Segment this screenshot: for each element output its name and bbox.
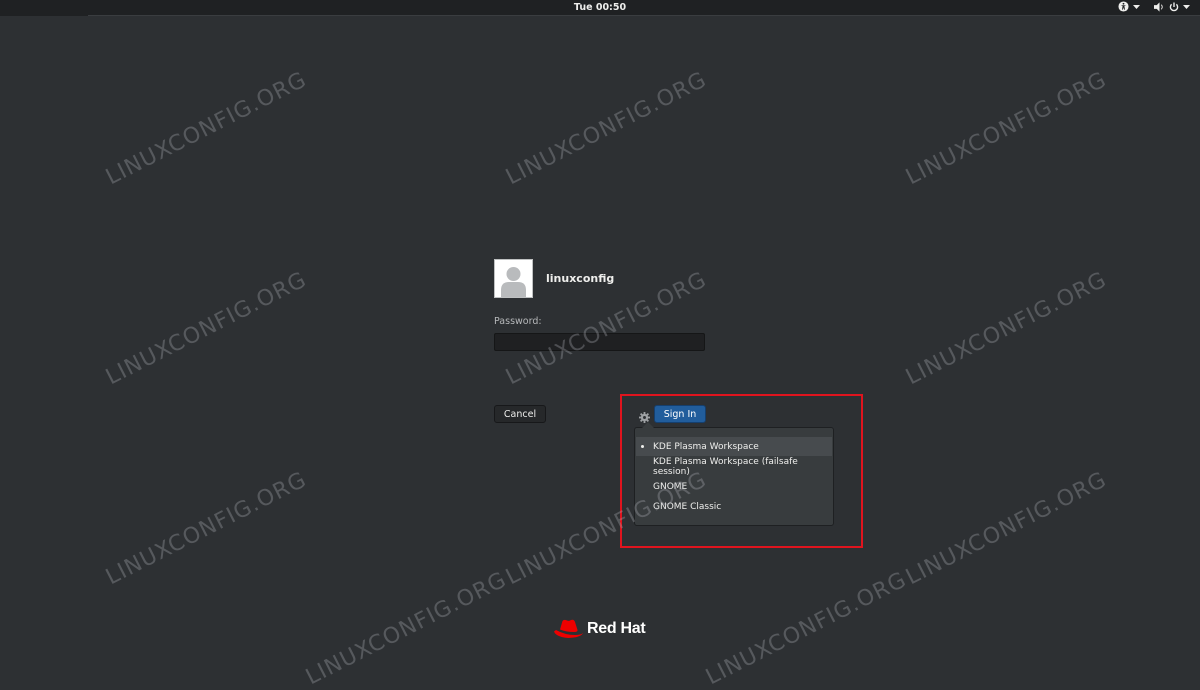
watermark: LINUXCONFIG.ORG (102, 467, 311, 591)
system-tray (1118, 1, 1190, 12)
red-hat-logo: Red Hat (553, 618, 646, 640)
volume-icon (1154, 1, 1163, 12)
watermark: LINUXCONFIG.ORG (502, 267, 711, 391)
password-field[interactable] (494, 333, 705, 351)
watermark: LINUXCONFIG.ORG (102, 267, 311, 391)
accessibility-menu[interactable] (1118, 1, 1140, 12)
accessibility-icon (1118, 1, 1129, 12)
top-bar: Tue 00:50 (0, 0, 1200, 16)
watermark: LINUXCONFIG.ORG (902, 267, 1111, 391)
user-avatar (494, 259, 533, 298)
power-icon (1169, 2, 1179, 11)
watermark: LINUXCONFIG.ORG (902, 67, 1111, 191)
watermark: LINUXCONFIG.ORG (302, 567, 511, 690)
red-hat-logo-text: Red Hat (587, 620, 646, 637)
red-hat-icon (554, 619, 583, 638)
top-bar-divider (88, 15, 1200, 16)
watermark: LINUXCONFIG.ORG (702, 567, 911, 690)
watermark: LINUXCONFIG.ORG (502, 67, 711, 191)
system-menu[interactable] (1154, 1, 1190, 12)
user-icon (495, 260, 532, 297)
chevron-down-icon (1183, 4, 1190, 9)
username-label: linuxconfig (546, 272, 615, 285)
watermark: LINUXCONFIG.ORG (102, 67, 311, 191)
chevron-down-icon (1133, 4, 1140, 9)
clock[interactable]: Tue 00:50 (0, 2, 1200, 13)
highlight-annotation-box (620, 394, 863, 548)
cancel-button[interactable]: Cancel (494, 405, 546, 423)
watermark: LINUXCONFIG.ORG (902, 467, 1111, 591)
password-label: Password: (494, 316, 542, 327)
